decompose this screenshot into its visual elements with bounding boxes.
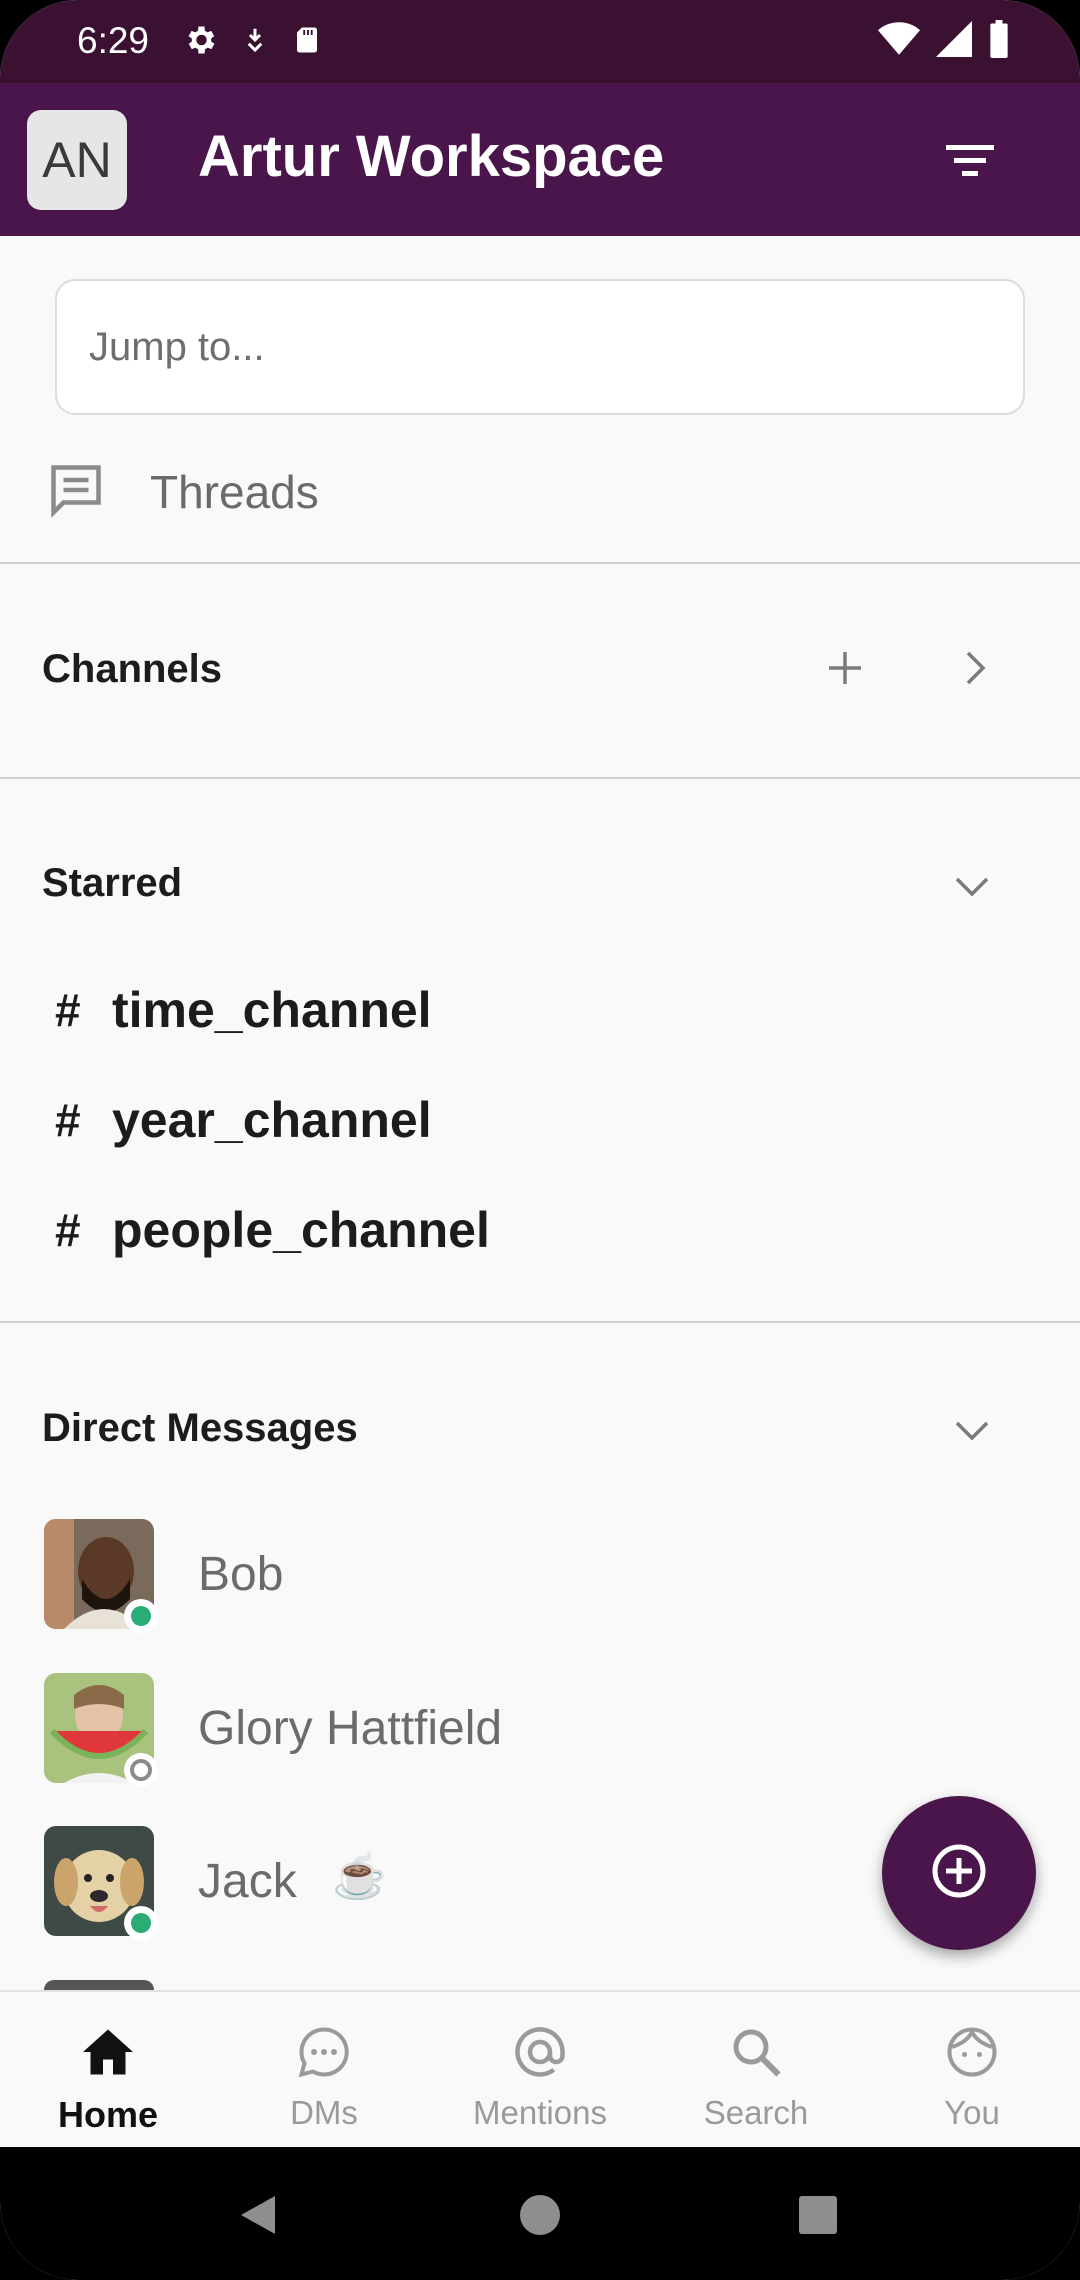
signal-icon [936,21,972,62]
at-sign-icon [510,2022,570,2082]
jump-to-placeholder: Jump to... [89,325,265,369]
recents-icon[interactable] [797,2194,839,2241]
dm-item-partial [44,1980,1044,1990]
workspace-avatar[interactable]: AN [27,110,127,210]
threads-icon [46,460,106,525]
search-icon [726,2022,786,2082]
nav-you[interactable]: You [864,1992,1080,2149]
nav-search-label: Search [703,2094,809,2131]
system-navigation-bar [0,2147,1080,2280]
channel-name: people_channel [112,1202,490,1258]
bottom-navigation: Home DMs Mentions Search You [0,1990,1080,2147]
jump-to-input[interactable]: Jump to... [55,279,1025,415]
channel-name: time_channel [112,982,432,1038]
dms-collapse-button[interactable] [952,1410,992,1455]
profile-face-icon [942,2022,1002,2082]
divider [0,777,1080,779]
filter-button[interactable] [940,135,1000,185]
coffee-status-icon: ☕ [332,1852,387,1901]
add-channel-button[interactable] [825,648,865,693]
nav-mentions-label: Mentions [473,2094,607,2131]
nav-dms[interactable]: DMs [216,1992,432,2149]
threads-item[interactable]: Threads [0,440,1080,540]
channel-item-people[interactable]: # people_channel [55,1190,490,1270]
settings-icon [182,22,218,63]
nav-you-label: You [944,2094,1000,2131]
download-icon [240,23,270,62]
dm-bubble-icon [294,2022,354,2082]
nav-mentions[interactable]: Mentions [432,1992,648,2149]
dm-item-glory-hattfield[interactable]: Glory Hattfield [44,1673,1044,1787]
chevron-down-icon [952,1421,992,1454]
hash-icon: # [55,1094,81,1146]
app-bar: AN Artur Workspace [0,83,1080,236]
channel-item-time[interactable]: # time_channel [55,970,432,1050]
channel-name: year_channel [112,1092,432,1148]
presence-indicator [124,1906,158,1940]
threads-label: Threads [150,466,319,518]
chevron-right-icon [955,651,995,692]
nav-home-label: Home [57,2094,159,2135]
nav-dms-label: DMs [290,2094,358,2131]
channel-item-year[interactable]: # year_channel [55,1080,432,1160]
dm-name: Jack [198,1855,297,1908]
starred-header[interactable]: Starred [42,861,182,906]
dm-name: Glory Hattfield [198,1702,503,1755]
divider [0,1321,1080,1323]
home-circle-icon[interactable] [518,2193,562,2242]
compose-button[interactable] [882,1796,1036,1950]
status-time: 6:29 [77,20,150,61]
divider [0,562,1080,564]
direct-messages-header[interactable]: Direct Messages [42,1406,358,1451]
avatar [44,1980,154,1990]
sd-card-icon [292,23,322,62]
filter-icon [940,145,1000,189]
phone-screen: 6:29 AN Artur Workspace Jump to... Threa… [0,0,1080,2280]
nav-search[interactable]: Search [648,1992,864,2149]
battery-icon [988,20,1010,63]
plus-icon [825,652,865,692]
home-icon [78,2022,138,2082]
hash-icon: # [55,984,81,1036]
workspace-title[interactable]: Artur Workspace [198,123,664,190]
presence-indicator [124,1599,158,1633]
wifi-icon [878,21,920,62]
channels-expand-button[interactable] [955,648,995,693]
add-circle-icon [929,1841,989,1906]
nav-home[interactable]: Home [0,1992,216,2149]
back-icon[interactable] [235,2192,281,2243]
dm-name: Bob [198,1548,284,1601]
hash-icon: # [55,1204,81,1256]
status-bar: 6:29 [0,0,1080,83]
starred-collapse-button[interactable] [952,866,992,911]
chevron-down-icon [952,877,992,910]
channels-header[interactable]: Channels [42,647,222,692]
dm-item-bob[interactable]: Bob [44,1519,1044,1633]
workspace-initials: AN [42,132,112,188]
presence-indicator [124,1753,158,1787]
